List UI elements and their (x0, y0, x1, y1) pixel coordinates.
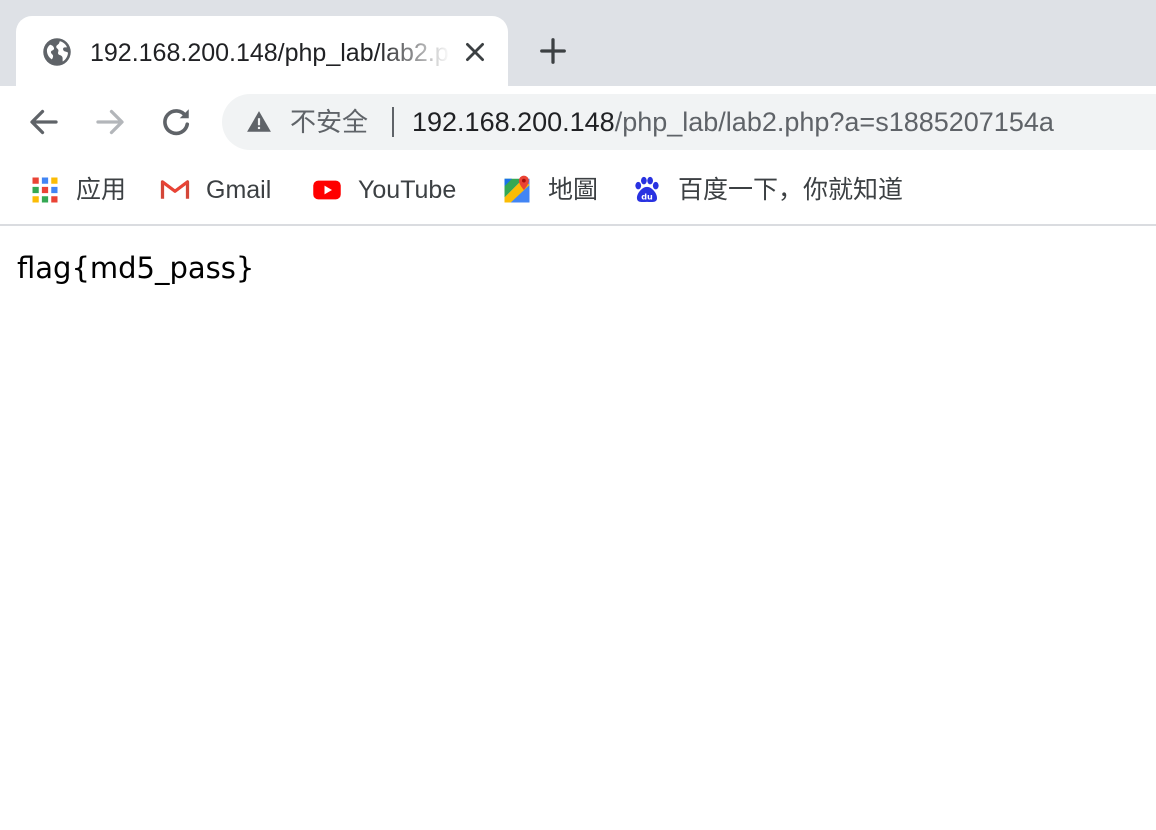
globe-icon (43, 38, 71, 66)
svg-text:du: du (641, 191, 653, 201)
tab-strip: 192.168.200.148/php_lab/lab2.php?a=s1885… (0, 0, 1156, 88)
bookmark-label: 地圖 (548, 176, 599, 204)
address-bar[interactable]: 不安全 192.168.200.148/php_lab/lab2.php?a=s… (222, 94, 1156, 150)
omnibox-divider (392, 107, 394, 137)
page-content: flag{md5_pass} (0, 226, 1156, 830)
plus-icon[interactable] (538, 36, 568, 66)
bookmark-label: Gmail (206, 176, 272, 204)
baidu-icon: du (635, 176, 659, 203)
bookmark-label: 应用 (76, 176, 127, 204)
bookmark-apps[interactable]: 应用 (30, 172, 130, 208)
url-path: /php_lab/lab2.php?a=s1885207154a (614, 107, 1054, 137)
url-host: 192.168.200.148 (412, 107, 615, 137)
arrow-right-icon[interactable] (92, 104, 128, 140)
bookmarks-bar: 应用 Gmail YouTube 地圖 du 百度一下，你就知道 (0, 158, 1156, 226)
bookmark-gmail[interactable]: Gmail (160, 172, 280, 208)
gmail-icon (160, 180, 190, 200)
page-text: flag{md5_pass} (17, 251, 255, 285)
url-text[interactable]: 192.168.200.148/php_lab/lab2.php?a=s1885… (412, 104, 1054, 140)
bookmark-baidu[interactable]: du 百度一下，你就知道 (632, 172, 912, 208)
active-tab[interactable]: 192.168.200.148/php_lab/lab2.php?a=s1885… (16, 16, 508, 88)
youtube-icon (313, 180, 341, 200)
toolbar: 不安全 192.168.200.148/php_lab/lab2.php?a=s… (0, 86, 1156, 158)
security-status-label[interactable]: 不安全 (290, 104, 368, 140)
apps-grid-icon (32, 177, 58, 203)
maps-icon (504, 175, 530, 203)
arrow-left-icon[interactable] (26, 104, 62, 140)
tab-title: 192.168.200.148/php_lab/lab2.php?a=s1885… (90, 39, 450, 67)
bookmark-label: 百度一下，你就知道 (678, 176, 904, 204)
warning-icon[interactable] (246, 109, 272, 135)
bookmark-maps[interactable]: 地圖 (502, 172, 602, 208)
bookmark-label: YouTube (358, 176, 457, 204)
reload-icon[interactable] (158, 104, 194, 140)
bookmark-youtube[interactable]: YouTube (312, 172, 472, 208)
close-icon[interactable] (462, 39, 488, 65)
